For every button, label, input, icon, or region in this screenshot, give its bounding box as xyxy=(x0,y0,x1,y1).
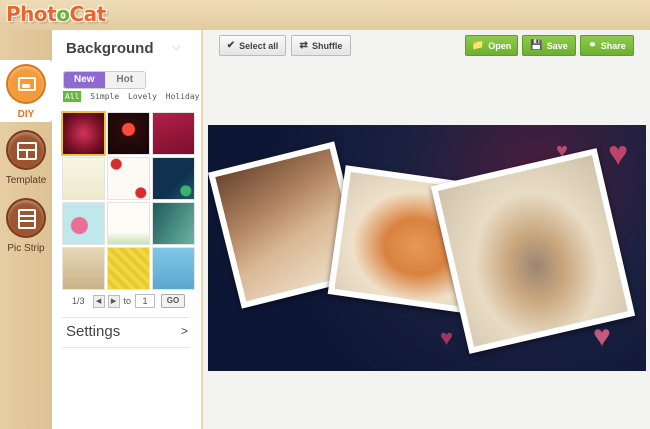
select-all-label: Select all xyxy=(239,40,279,51)
settings-label: Settings xyxy=(66,323,121,340)
left-rail: DIY Template Pic Strip xyxy=(0,30,52,429)
save-icon: 💾 xyxy=(530,40,543,51)
background-panel: Background ⌵ New Hot All Simple Lovely H… xyxy=(52,30,202,429)
rail-label-diy: DIY xyxy=(17,109,35,120)
background-thumbnail[interactable] xyxy=(107,202,150,245)
share-label: Share xyxy=(600,40,626,51)
folder-icon: 📁 xyxy=(471,40,485,51)
logo-text-part3: Cat xyxy=(69,2,106,26)
page-indicator: 1/3 xyxy=(72,296,85,306)
background-thumbnail[interactable] xyxy=(107,157,150,200)
shuffle-label: Shuffle xyxy=(311,40,343,51)
rail-label-pic-strip: Pic Strip xyxy=(7,243,45,254)
save-label: Save xyxy=(546,40,568,51)
top-bar: PhotoCat xyxy=(0,0,650,30)
tab-hot[interactable]: Hot xyxy=(104,72,145,88)
next-page-button[interactable]: ▶ xyxy=(107,294,120,308)
background-thumbnail[interactable] xyxy=(152,247,195,290)
pic-strip-icon xyxy=(6,198,46,238)
page-number-input[interactable]: 1 xyxy=(135,294,156,308)
divider xyxy=(62,347,190,348)
tab-new[interactable]: New xyxy=(64,72,105,88)
background-thumbnail[interactable] xyxy=(152,157,195,200)
pagination: 1/3 ◀ ▶ to 1 GO xyxy=(72,294,186,308)
heart-decoration: ♥ xyxy=(440,325,454,350)
background-thumbnail[interactable] xyxy=(152,112,195,155)
heart-decoration: ♥ xyxy=(608,135,629,173)
photocat-logo[interactable]: PhotoCat xyxy=(6,2,106,28)
filter-list: All Simple Lovely Holiday xyxy=(63,91,203,102)
background-thumbnail[interactable] xyxy=(62,202,105,245)
open-button[interactable]: 📁 Open xyxy=(465,35,518,56)
rail-item-template[interactable]: Template xyxy=(0,130,52,192)
background-tabs: New Hot xyxy=(63,71,146,89)
background-thumbnail[interactable] xyxy=(152,202,195,245)
heart-decoration: ♥ xyxy=(593,320,611,353)
filter-lovely[interactable]: Lovely xyxy=(128,92,157,101)
filter-all[interactable]: All xyxy=(63,91,82,102)
background-thumbnail[interactable] xyxy=(107,247,150,290)
background-thumbnail[interactable] xyxy=(62,247,105,290)
collage-canvas[interactable]: ♥ ♥ ♥ ♥ xyxy=(208,125,646,371)
shuffle-icon: ⇄ xyxy=(299,40,308,51)
prev-page-button[interactable]: ◀ xyxy=(92,294,105,308)
picture-icon xyxy=(6,64,46,104)
pager-to-label: to xyxy=(123,296,132,306)
template-icon xyxy=(6,130,46,170)
filter-simple[interactable]: Simple xyxy=(90,92,119,101)
background-thumbnails xyxy=(61,111,196,290)
open-label: Open xyxy=(488,40,512,51)
rail-item-diy[interactable]: DIY xyxy=(0,60,52,122)
shuffle-button[interactable]: ⇄ Shuffle xyxy=(291,35,351,56)
background-thumbnail[interactable] xyxy=(61,111,106,156)
share-button[interactable]: ⚭ Share xyxy=(580,35,634,56)
settings-toggle[interactable]: Settings > xyxy=(66,323,190,340)
background-thumbnail[interactable] xyxy=(107,112,150,155)
filter-holiday[interactable]: Holiday xyxy=(166,92,200,101)
logo-text-part2: o xyxy=(56,2,70,26)
go-button[interactable]: GO xyxy=(161,294,186,308)
select-all-button[interactable]: ✔ Select all xyxy=(219,35,286,56)
divider xyxy=(62,317,190,318)
rail-item-pic-strip[interactable]: Pic Strip xyxy=(0,198,52,260)
background-thumbnail[interactable] xyxy=(62,157,105,200)
rail-label-template: Template xyxy=(5,175,47,186)
panel-title: Background xyxy=(66,40,154,57)
checkmark-icon: ✔ xyxy=(226,40,236,51)
logo-text-part1: Phot xyxy=(6,2,57,26)
save-button[interactable]: 💾 Save xyxy=(522,35,576,56)
chevron-right-icon: > xyxy=(180,324,188,338)
share-icon: ⚭ xyxy=(588,40,597,51)
chevron-down-icon[interactable]: ⌵ xyxy=(172,41,180,54)
